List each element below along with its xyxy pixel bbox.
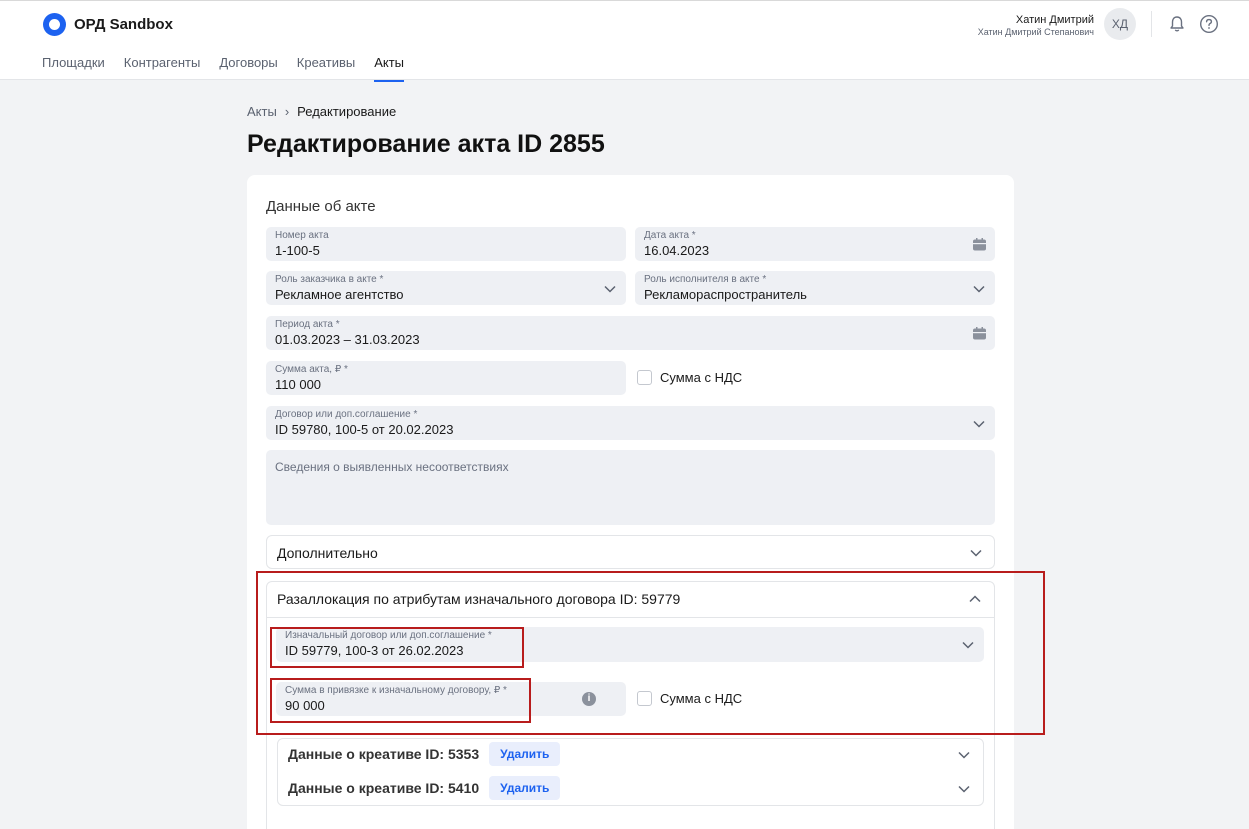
contractor-role-select[interactable]: Роль исполнителя в акте * Рекламораспрос… xyxy=(635,271,995,305)
calendar-icon[interactable] xyxy=(972,326,987,341)
contract-label: Договор или доп.соглашение * xyxy=(275,409,418,420)
act-number-field[interactable]: Номер акта 1-100-5 xyxy=(266,227,626,261)
help-icon[interactable] xyxy=(1199,14,1219,34)
act-number-label: Номер акта xyxy=(275,230,329,241)
top-bar: ОРД Sandbox Площадки Контрагенты Договор… xyxy=(0,0,1249,82)
chevron-down-icon xyxy=(970,549,982,557)
chevron-down-icon xyxy=(604,285,616,293)
contractor-role-value: Рекламораспространитель xyxy=(644,287,807,302)
act-amount-value: 110 000 xyxy=(275,377,322,392)
app-title: ОРД Sandbox xyxy=(74,16,173,33)
delete-button[interactable]: Удалить xyxy=(489,742,561,766)
chevron-down-icon[interactable] xyxy=(958,751,970,759)
nav-item-counterparties[interactable]: Контрагенты xyxy=(124,55,201,81)
contract-select[interactable]: Договор или доп.соглашение * ID 59780, 1… xyxy=(266,406,995,440)
page-title: Редактирование акта ID 2855 xyxy=(247,130,605,158)
avatar[interactable]: ХД xyxy=(1104,8,1136,40)
act-date-label: Дата акта * xyxy=(644,230,696,241)
creative-item[interactable]: Данные о креативе ID: 5353 Удалить xyxy=(288,742,561,766)
contractor-role-label: Роль исполнителя в акте * xyxy=(644,274,767,285)
customer-role-value: Рекламное агентство xyxy=(275,287,404,302)
user-full-name: Хатин Дмитрий Степанович xyxy=(977,27,1094,37)
act-period-field[interactable]: Период акта * 01.03.2023 – 31.03.2023 xyxy=(266,316,995,350)
act-amount-label: Сумма акта, ₽ * xyxy=(275,364,348,375)
nav-item-contracts[interactable]: Договоры xyxy=(219,55,277,81)
bell-icon[interactable] xyxy=(1168,15,1186,33)
act-number-value: 1-100-5 xyxy=(275,243,320,258)
vat-checkbox[interactable]: Сумма с НДС xyxy=(637,370,742,385)
header-divider xyxy=(1151,11,1152,37)
chevron-right-icon: › xyxy=(284,104,290,119)
delete-button[interactable]: Удалить xyxy=(489,776,561,800)
breadcrumb: Акты › Редактирование xyxy=(247,104,396,119)
act-amount-field[interactable]: Сумма акта, ₽ * 110 000 xyxy=(266,361,626,395)
user-info[interactable]: Хатин Дмитрий Хатин Дмитрий Степанович xyxy=(978,14,1094,37)
logo-icon xyxy=(43,13,66,36)
chevron-down-icon[interactable] xyxy=(958,785,970,793)
discrepancies-textarea[interactable]: Сведения о выявленных несоответствиях xyxy=(266,450,995,525)
calendar-icon[interactable] xyxy=(972,237,987,252)
additional-title: Дополнительно xyxy=(277,545,378,561)
main-nav: Площадки Контрагенты Договоры Креативы А… xyxy=(42,55,404,82)
chevron-down-icon xyxy=(973,285,985,293)
checkbox-icon[interactable] xyxy=(637,370,652,385)
highlight-box-contract xyxy=(270,627,524,668)
act-period-value: 01.03.2023 – 31.03.2023 xyxy=(275,332,420,347)
creative-title: Данные о креативе ID: 5353 xyxy=(288,746,480,762)
vat-checkbox-label: Сумма с НДС xyxy=(660,370,743,385)
nav-item-creatives[interactable]: Креативы xyxy=(297,55,355,81)
creative-title: Данные о креативе ID: 5410 xyxy=(288,780,480,796)
act-date-value: 16.04.2023 xyxy=(644,243,710,258)
additional-accordion[interactable]: Дополнительно xyxy=(266,535,995,569)
breadcrumb-current: Редактирование xyxy=(297,104,397,119)
logo[interactable]: ОРД Sandbox xyxy=(43,13,173,36)
customer-role-select[interactable]: Роль заказчика в акте * Рекламное агентс… xyxy=(266,271,626,305)
customer-role-label: Роль заказчика в акте * xyxy=(275,274,384,285)
highlight-box-amount xyxy=(270,678,531,723)
breadcrumb-parent[interactable]: Акты xyxy=(247,104,277,119)
user-name: Хатин Дмитрий xyxy=(1015,14,1094,26)
section-title: Данные об акте xyxy=(266,198,376,215)
contract-value: ID 59780, 100-5 от 20.02.2023 xyxy=(275,422,454,437)
act-period-label: Период акта * xyxy=(275,319,340,330)
creative-item[interactable]: Данные о креативе ID: 5410 Удалить xyxy=(288,776,561,800)
nav-item-acts[interactable]: Акты xyxy=(374,55,404,82)
nav-item-platforms[interactable]: Площадки xyxy=(42,55,105,81)
chevron-down-icon xyxy=(973,420,985,428)
discrepancies-placeholder: Сведения о выявленных несоответствиях xyxy=(275,460,509,474)
act-date-field[interactable]: Дата акта * 16.04.2023 xyxy=(635,227,995,261)
